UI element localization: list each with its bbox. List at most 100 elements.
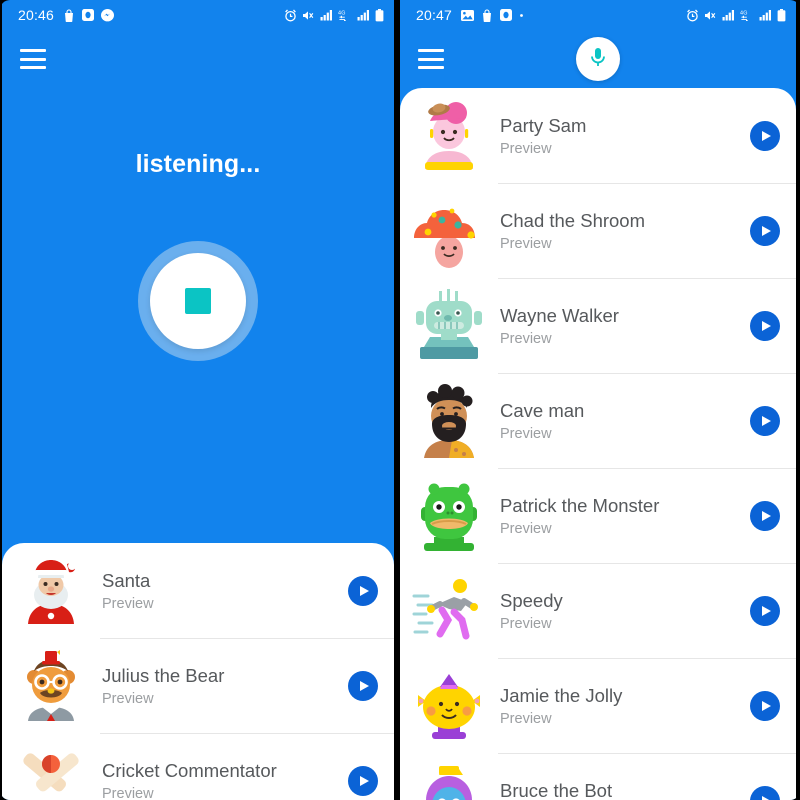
- voice-subtitle: Preview: [500, 710, 552, 727]
- status-bar: 20:46 4G: [2, 0, 394, 30]
- voice-subtitle: Preview: [500, 425, 552, 442]
- list-item[interactable]: Jamie the Jolly Preview: [400, 658, 796, 753]
- list-item[interactable]: Wayne Walker Preview: [400, 278, 796, 373]
- dot-icon: [519, 13, 524, 18]
- avatar-robot-green: [412, 288, 486, 363]
- list-item-text: Party Sam Preview: [500, 114, 750, 156]
- messenger-icon: [101, 8, 115, 22]
- alarm-icon: [284, 8, 297, 22]
- voice-name: Party Sam: [500, 115, 587, 137]
- status-time: 20:46: [18, 7, 55, 23]
- hamburger-menu-icon[interactable]: [20, 49, 46, 69]
- microphone-icon: [588, 46, 608, 73]
- voice-subtitle: Preview: [500, 520, 552, 537]
- voice-subtitle: Preview: [500, 235, 552, 252]
- voice-subtitle: Preview: [102, 595, 154, 612]
- screen-voice-list: 20:47 4G Party Sam Preview Chad the Shro…: [400, 0, 796, 800]
- play-icon[interactable]: [750, 785, 780, 800]
- list-item[interactable]: Speedy Preview: [400, 563, 796, 658]
- avatar-caveman: [412, 383, 486, 458]
- play-icon[interactable]: [750, 500, 780, 531]
- status-left-icons: [461, 8, 524, 22]
- voice-list-card-right: Party Sam Preview Chad the Shroom Previe…: [400, 88, 796, 800]
- signal-bars-2-icon: [357, 9, 370, 21]
- avatar-party-sam: [412, 99, 486, 173]
- list-item-text: Santa Preview: [102, 569, 348, 611]
- avatar-shroom: [412, 194, 486, 268]
- signal-bars-2-icon: [759, 9, 772, 21]
- play-icon[interactable]: [750, 310, 780, 341]
- battery-icon: [777, 8, 786, 22]
- voice-subtitle: Preview: [500, 140, 552, 157]
- record-button-inner: [150, 253, 246, 349]
- voice-list-left: Santa Preview Julius the Bear Preview Cr…: [2, 543, 394, 800]
- vibrate-mute-icon: [302, 9, 315, 22]
- list-item-text: Speedy Preview: [500, 589, 750, 631]
- play-icon[interactable]: [348, 765, 378, 796]
- play-icon[interactable]: [750, 405, 780, 436]
- shopping-bag-icon: [481, 8, 493, 22]
- play-icon[interactable]: [750, 595, 780, 626]
- voice-name: Jamie the Jolly: [500, 685, 623, 707]
- voice-subtitle: Preview: [102, 785, 154, 800]
- status-left-icons: [63, 8, 115, 22]
- list-item[interactable]: Bruce the Bot Preview: [400, 753, 796, 800]
- network-4g-icon: 4G: [740, 9, 754, 21]
- listening-status-label: listening...: [135, 150, 261, 178]
- battery-icon: [375, 8, 384, 22]
- status-right-icons: 4G: [284, 8, 384, 22]
- list-item-text: Cave man Preview: [500, 399, 750, 441]
- list-item[interactable]: Julius the Bear Preview: [2, 638, 394, 733]
- voice-list-right: Party Sam Preview Chad the Shroom Previe…: [400, 88, 796, 800]
- listening-hero: listening...: [2, 88, 394, 543]
- voice-name: Santa: [102, 570, 151, 592]
- avatar-cricket: [14, 744, 88, 800]
- avatar-santa: [14, 554, 88, 628]
- list-item[interactable]: Cricket Commentator Preview: [2, 733, 394, 800]
- screenshot-root: 20:46 4G listening... Santa Preview Juli…: [0, 0, 800, 800]
- play-icon[interactable]: [348, 575, 378, 606]
- list-item[interactable]: Party Sam Preview: [400, 88, 796, 183]
- play-icon[interactable]: [750, 120, 780, 151]
- vibrate-mute-icon: [704, 9, 717, 22]
- play-icon[interactable]: [750, 690, 780, 721]
- list-item[interactable]: Santa Preview: [2, 543, 394, 638]
- voice-subtitle: Preview: [500, 615, 552, 632]
- voice-name: Speedy: [500, 590, 563, 612]
- stop-recording-button[interactable]: [138, 241, 258, 361]
- hamburger-menu-icon[interactable]: [418, 49, 444, 69]
- app-bar: [2, 30, 394, 88]
- voice-name: Bruce the Bot: [500, 780, 613, 800]
- voice-name: Wayne Walker: [500, 305, 619, 327]
- voice-subtitle: Preview: [102, 690, 154, 707]
- status-time: 20:47: [416, 7, 453, 23]
- status-right-icons: 4G: [686, 8, 786, 22]
- avatar-bear: [14, 649, 88, 723]
- image-icon: [461, 9, 475, 21]
- voice-name: Chad the Shroom: [500, 210, 646, 232]
- voice-list-card-left: Santa Preview Julius the Bear Preview Cr…: [2, 543, 394, 800]
- voice-name: Cave man: [500, 400, 585, 422]
- list-item-text: Jamie the Jolly Preview: [500, 684, 750, 726]
- microphone-button[interactable]: [576, 37, 620, 81]
- list-item-text: Patrick the Monster Preview: [500, 494, 750, 536]
- avatar-monster-green: [412, 479, 486, 553]
- list-item-text: Wayne Walker Preview: [500, 304, 750, 346]
- list-item[interactable]: Chad the Shroom Preview: [400, 183, 796, 278]
- voice-subtitle: Preview: [500, 330, 552, 347]
- avatar-jolly-yellow: [412, 669, 486, 743]
- app-square-icon: [82, 9, 95, 21]
- list-item-text: Chad the Shroom Preview: [500, 209, 750, 251]
- voice-name: Patrick the Monster: [500, 495, 660, 517]
- list-item-text: Julius the Bear Preview: [102, 664, 348, 706]
- network-4g-icon: 4G: [338, 9, 352, 21]
- signal-bars-icon: [722, 9, 735, 21]
- list-item-text: Cricket Commentator Preview: [102, 759, 348, 800]
- voice-name: Julius the Bear: [102, 665, 225, 687]
- play-icon[interactable]: [750, 215, 780, 246]
- stop-square-icon: [185, 288, 211, 314]
- list-item[interactable]: Cave man Preview: [400, 373, 796, 468]
- play-icon[interactable]: [348, 670, 378, 701]
- list-item[interactable]: Patrick the Monster Preview: [400, 468, 796, 563]
- app-square-icon: [500, 9, 513, 21]
